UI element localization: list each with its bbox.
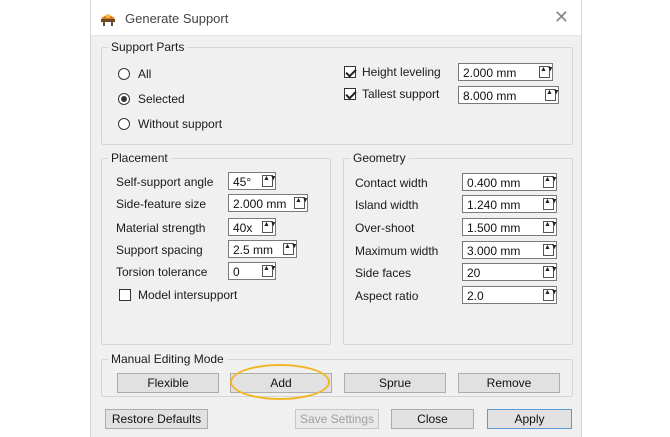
model-intersupport-checkbox[interactable] xyxy=(119,289,131,301)
support-parts-title: Support Parts xyxy=(108,40,188,54)
close-button[interactable]: Close xyxy=(391,409,474,429)
support-app-icon xyxy=(101,14,115,26)
save-settings-button[interactable]: Save Settings xyxy=(295,409,379,429)
over-shoot-value: 1.500 mm xyxy=(467,221,521,235)
height-leveling-label: Height leveling xyxy=(362,65,441,79)
tallest-support-label: Tallest support xyxy=(362,87,440,101)
over-shoot-stepper[interactable]: 1.500 mm ▲▼ xyxy=(462,218,558,236)
material-strength-value: 40x xyxy=(233,221,253,235)
apply-button[interactable]: Apply xyxy=(487,409,572,429)
close-icon[interactable]: ✕ xyxy=(554,7,569,28)
support-spacing-label: Support spacing xyxy=(116,243,203,257)
self-support-angle-label: Self-support angle xyxy=(116,175,214,189)
geometry-title: Geometry xyxy=(350,151,409,165)
self-support-angle-stepper[interactable]: 45° ▲▼ xyxy=(228,172,277,190)
maximum-width-value: 3.000 mm xyxy=(467,244,521,258)
height-leveling-value: 2.000 mm xyxy=(463,66,517,80)
island-width-value: 1.240 mm xyxy=(467,198,521,212)
radio-all-label: All xyxy=(138,67,152,81)
radio-selected[interactable] xyxy=(118,93,130,105)
add-button[interactable]: Add xyxy=(230,373,332,393)
height-leveling-stepper[interactable]: 2.000 mm ▲▼ xyxy=(458,63,554,81)
title-bar: Generate Support ✕ xyxy=(91,0,581,36)
spinner-arrows-icon[interactable]: ▲▼ xyxy=(262,265,277,277)
island-width-label: Island width xyxy=(355,198,419,212)
over-shoot-label: Over-shoot xyxy=(355,221,415,235)
side-faces-stepper[interactable]: 20 ▲▼ xyxy=(462,263,558,281)
material-strength-stepper[interactable]: 40x ▲▼ xyxy=(228,218,277,236)
radio-selected-label: Selected xyxy=(138,92,185,106)
maximum-width-stepper[interactable]: 3.000 mm ▲▼ xyxy=(462,241,558,259)
generate-support-dialog: Generate Support ✕ Support Parts All Sel… xyxy=(90,0,582,437)
torsion-tolerance-stepper[interactable]: 0 ▲▼ xyxy=(228,262,277,280)
manual-editing-title: Manual Editing Mode xyxy=(108,352,227,366)
spinner-arrows-icon[interactable]: ▲▼ xyxy=(543,244,558,256)
self-support-angle-value: 45° xyxy=(233,175,252,189)
island-width-stepper[interactable]: 1.240 mm ▲▼ xyxy=(462,195,558,213)
spinner-arrows-icon[interactable]: ▲▼ xyxy=(262,175,277,187)
tallest-support-stepper[interactable]: 8.000 mm ▲▼ xyxy=(458,86,560,104)
side-feature-size-stepper[interactable]: 2.000 mm ▲▼ xyxy=(228,194,309,212)
spinner-arrows-icon[interactable]: ▲▼ xyxy=(543,221,558,233)
radio-without-support-label: Without support xyxy=(138,117,223,131)
aspect-ratio-value: 2.0 xyxy=(467,289,484,303)
support-spacing-value: 2.5 mm xyxy=(233,243,274,257)
tallest-support-checkbox[interactable] xyxy=(344,88,356,100)
torsion-tolerance-label: Torsion tolerance xyxy=(116,265,208,279)
spinner-arrows-icon[interactable]: ▲▼ xyxy=(543,289,558,301)
height-leveling-checkbox[interactable] xyxy=(344,66,356,78)
flexible-button[interactable]: Flexible xyxy=(117,373,219,393)
contact-width-label: Contact width xyxy=(355,176,428,190)
support-spacing-stepper[interactable]: 2.5 mm ▲▼ xyxy=(228,240,298,258)
placement-title: Placement xyxy=(108,151,171,165)
maximum-width-label: Maximum width xyxy=(355,244,439,258)
aspect-ratio-label: Aspect ratio xyxy=(355,289,419,303)
restore-defaults-button[interactable]: Restore Defaults xyxy=(105,409,208,429)
tallest-support-value: 8.000 mm xyxy=(463,89,517,103)
spinner-arrows-icon[interactable]: ▲▼ xyxy=(283,243,298,255)
contact-width-value: 0.400 mm xyxy=(467,176,521,190)
side-faces-label: Side faces xyxy=(355,266,412,280)
spinner-arrows-icon[interactable]: ▲▼ xyxy=(539,66,554,78)
contact-width-stepper[interactable]: 0.400 mm ▲▼ xyxy=(462,173,558,191)
aspect-ratio-stepper[interactable]: 2.0 ▲▼ xyxy=(462,286,558,304)
side-feature-size-value: 2.000 mm xyxy=(233,197,287,211)
remove-button[interactable]: Remove xyxy=(458,373,560,393)
spinner-arrows-icon[interactable]: ▲▼ xyxy=(543,198,558,210)
material-strength-label: Material strength xyxy=(116,221,206,235)
spinner-arrows-icon[interactable]: ▲▼ xyxy=(543,176,558,188)
side-faces-value: 20 xyxy=(467,266,481,280)
spinner-arrows-icon[interactable]: ▲▼ xyxy=(294,197,309,209)
sprue-button[interactable]: Sprue xyxy=(344,373,446,393)
model-intersupport-label: Model intersupport xyxy=(138,288,238,302)
radio-without-support[interactable] xyxy=(118,118,130,130)
side-feature-size-label: Side-feature size xyxy=(116,197,207,211)
spinner-arrows-icon[interactable]: ▲▼ xyxy=(545,89,560,101)
window-title: Generate Support xyxy=(125,11,229,26)
spinner-arrows-icon[interactable]: ▲▼ xyxy=(543,266,558,278)
torsion-tolerance-value: 0 xyxy=(233,265,240,279)
radio-all[interactable] xyxy=(118,68,130,80)
spinner-arrows-icon[interactable]: ▲▼ xyxy=(262,221,277,233)
